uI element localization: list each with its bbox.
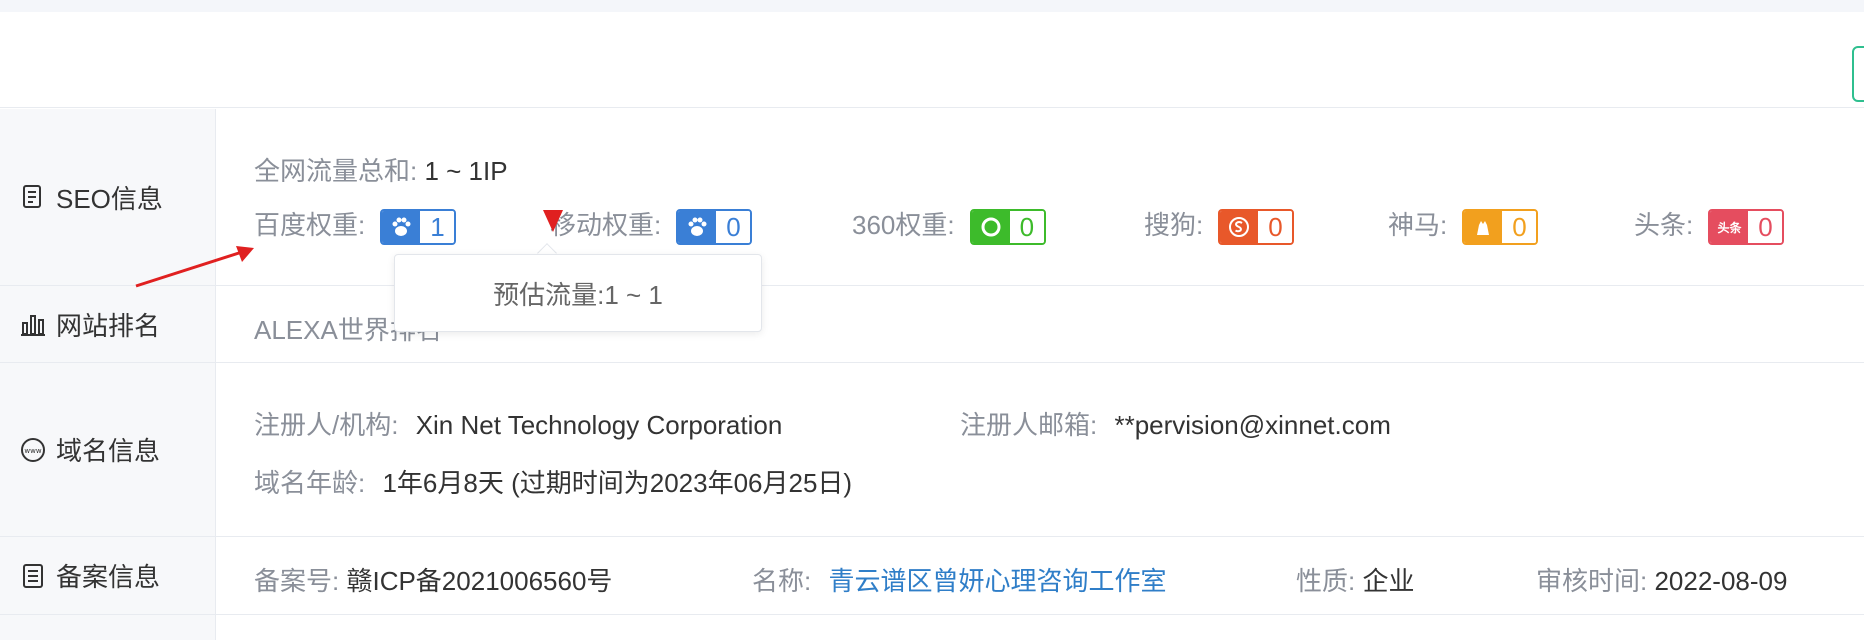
sogou-weight-value: 0 xyxy=(1258,211,1293,244)
icp-label: 备案信息 xyxy=(0,537,216,614)
sogou-weight[interactable]: 搜狗: 0 xyxy=(1144,205,1295,246)
red-arrow-icon xyxy=(135,246,254,288)
registrant-email: 注册人邮箱: **pervision@xinnet.com xyxy=(960,405,1391,442)
360-weight-value: 0 xyxy=(1009,211,1044,244)
360-weight-badge[interactable]: 0 xyxy=(969,209,1046,246)
toutiao-weight-badge[interactable]: 头条 0 xyxy=(1708,209,1785,246)
www-icon: www xyxy=(20,437,46,463)
baidu-weight-badge[interactable]: 1 xyxy=(380,209,457,246)
domain-label-text: 域名信息 xyxy=(56,436,161,466)
icp-date: 审核时间: 2022-08-09 xyxy=(1536,561,1787,598)
search-button[interactable] xyxy=(1852,46,1864,102)
toutiao-weight-value: 0 xyxy=(1748,211,1783,244)
sogou-weight-key: 搜狗: xyxy=(1144,210,1204,240)
shenma-weight-value: 0 xyxy=(1502,211,1537,244)
mobile-weight-key: 移动权重: xyxy=(550,210,662,240)
360-weight[interactable]: 360权重: 0 xyxy=(852,205,1046,246)
icp-label-text: 备案信息 xyxy=(56,562,161,592)
document-icon xyxy=(20,184,46,210)
toutiao-weight[interactable]: 头条: 头条 0 xyxy=(1634,205,1785,246)
shenma-weight-badge[interactable]: 0 xyxy=(1462,209,1539,246)
shenma-weight[interactable]: 神马: 0 xyxy=(1388,205,1539,246)
domain-age-value: 1年6月8天 (过期时间为2023年06月25日) xyxy=(382,468,853,498)
icp-name-key: 名称: xyxy=(752,566,812,596)
360-weight-key: 360权重: xyxy=(852,210,955,240)
bar-chart-icon xyxy=(20,311,46,337)
icp-date-key: 审核时间: xyxy=(1536,566,1648,596)
rank-label-text: 网站排名 xyxy=(56,310,161,341)
icp-name: 名称: 青云谱区曾妍心理咨询工作室 xyxy=(752,561,1166,598)
shenma-weight-key: 神马: xyxy=(1388,210,1448,240)
icp-number-key: 备案号: xyxy=(254,566,340,596)
total-traffic-value: 1 ~ 1IP xyxy=(424,156,508,186)
paw-icon xyxy=(382,211,421,244)
top-strip xyxy=(0,0,1864,12)
record-icon xyxy=(20,563,46,589)
icp-type: 性质: 企业 xyxy=(1296,561,1414,598)
svg-text:www: www xyxy=(24,447,41,455)
baidu-weight-key: 百度权重: xyxy=(254,210,366,240)
red-marker-icon xyxy=(543,210,563,232)
seo-label-text: SEO信息 xyxy=(56,183,163,214)
traffic-tooltip: 预估流量:1 ~ 1 xyxy=(394,254,762,332)
seo-row: SEO信息 全网流量总和: 1 ~ 1IP 百度权重: 1 移动权重: 0 36… xyxy=(0,109,1864,286)
icp-number-value: 赣ICP备2021006560号 xyxy=(346,566,613,596)
header-area xyxy=(0,12,1864,108)
baidu-weight[interactable]: 百度权重: 1 xyxy=(254,205,457,246)
registrant: 注册人/机构: Xin Net Technology Corporation xyxy=(254,405,782,442)
icp-type-key: 性质: xyxy=(1296,566,1356,596)
icp-type-value: 企业 xyxy=(1362,566,1415,596)
mobile-weight[interactable]: 移动权重: 0 xyxy=(550,205,753,246)
next-row xyxy=(0,615,1864,640)
shenma-icon xyxy=(1464,211,1503,244)
next-row-label xyxy=(0,615,216,640)
paw-icon xyxy=(678,211,717,244)
toutiao-icon: 头条 xyxy=(1710,211,1749,244)
rank-label: 网站排名 xyxy=(0,286,216,362)
360-icon xyxy=(971,211,1010,244)
baidu-weight-value: 1 xyxy=(420,211,455,244)
domain-age: 域名年龄: 1年6月8天 (过期时间为2023年06月25日) xyxy=(254,463,852,500)
domain-age-key: 域名年龄: xyxy=(254,468,366,498)
domain-label: www 域名信息 xyxy=(0,363,216,536)
icp-date-value: 2022-08-09 xyxy=(1654,566,1788,596)
icp-number: 备案号: 赣ICP备2021006560号 xyxy=(254,561,612,598)
domain-row: www 域名信息 注册人/机构: Xin Net Technology Corp… xyxy=(0,363,1864,537)
total-traffic: 全网流量总和: 1 ~ 1IP xyxy=(254,151,508,188)
sogou-icon xyxy=(1220,211,1259,244)
icp-row: 备案信息 备案号: 赣ICP备2021006560号 名称: 青云谱区曾妍心理咨… xyxy=(0,537,1864,615)
email-key: 注册人邮箱: xyxy=(960,410,1098,440)
total-traffic-key: 全网流量总和: xyxy=(254,156,418,186)
registrant-key: 注册人/机构: xyxy=(254,410,399,440)
mobile-weight-value: 0 xyxy=(716,211,751,244)
email-value: **pervision@xinnet.com xyxy=(1114,410,1391,440)
mobile-weight-badge[interactable]: 0 xyxy=(676,209,753,246)
toutiao-weight-key: 头条: xyxy=(1634,210,1694,240)
registrant-value: Xin Net Technology Corporation xyxy=(415,410,783,440)
icp-name-link[interactable]: 青云谱区曾妍心理咨询工作室 xyxy=(828,566,1166,596)
sogou-weight-badge[interactable]: 0 xyxy=(1218,209,1295,246)
rank-row: 网站排名 ALEXA世界排名 xyxy=(0,286,1864,363)
